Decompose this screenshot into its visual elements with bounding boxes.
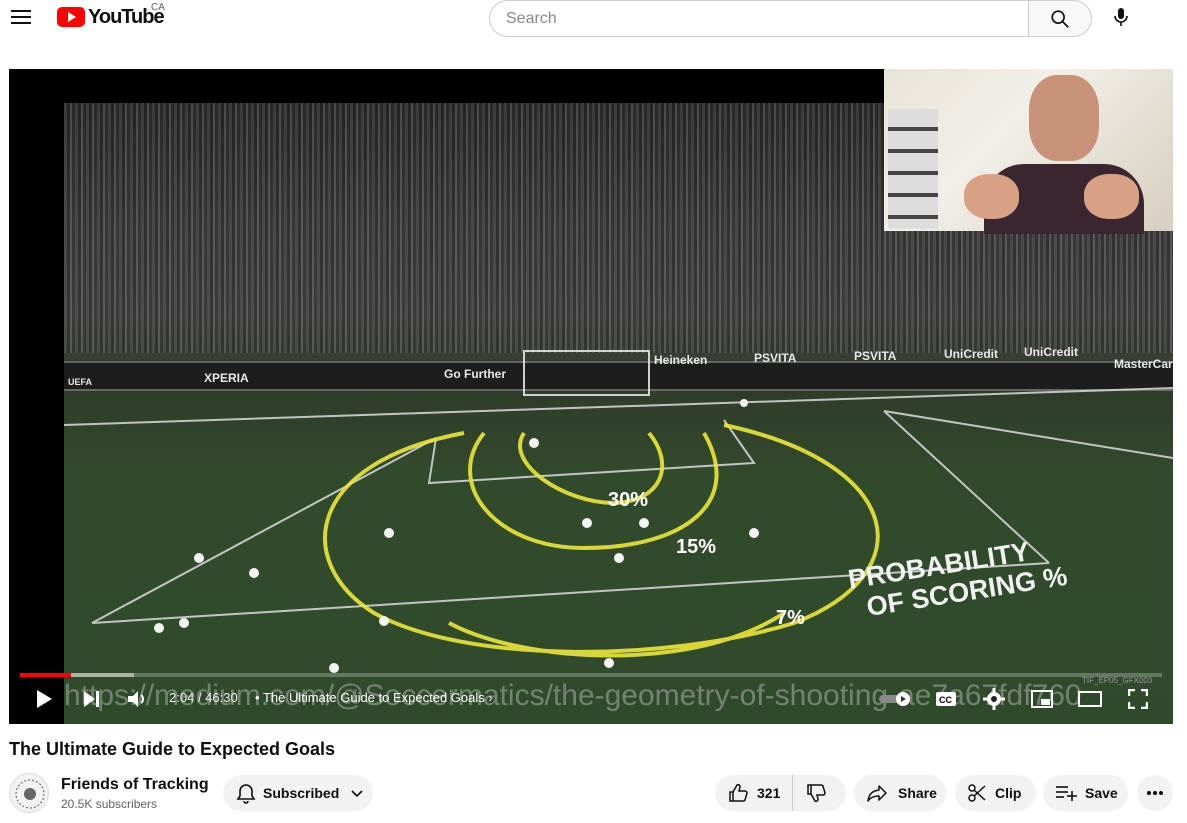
like-count: 321 — [757, 785, 781, 801]
probability-7-label: 7% — [776, 607, 805, 629]
share-button[interactable]: Share — [854, 775, 946, 811]
presenter-webcam — [884, 69, 1173, 234]
time-current: 2:04 — [169, 690, 195, 705]
gear-icon — [983, 688, 1005, 710]
share-label: Share — [898, 785, 937, 801]
playlist-add-icon — [1056, 786, 1077, 801]
thumbs-up-icon — [729, 783, 748, 802]
channel-name[interactable]: Friends of Tracking — [61, 776, 209, 794]
fullscreen-icon — [1128, 689, 1148, 709]
bell-icon — [236, 784, 256, 804]
miniplayer-button[interactable] — [1027, 681, 1057, 717]
save-label: Save — [1085, 785, 1118, 801]
like-dislike-group: 321 — [715, 775, 846, 811]
settings-button[interactable] — [979, 681, 1009, 717]
progress-played — [20, 673, 71, 677]
search-button[interactable] — [1028, 0, 1092, 37]
autoplay-toggle[interactable] — [877, 681, 917, 717]
bookshelf — [888, 109, 938, 229]
probability-15-label: 15% — [676, 536, 717, 558]
voice-search-button[interactable] — [1104, 0, 1138, 34]
chapter-dot: • — [255, 690, 263, 705]
subscribed-button[interactable]: Subscribed — [223, 775, 373, 811]
volume-button[interactable] — [123, 681, 153, 717]
search-placeholder: Search — [506, 9, 557, 27]
more-actions-button[interactable] — [1137, 775, 1173, 811]
dislike-button[interactable] — [793, 775, 827, 811]
save-button[interactable]: Save — [1043, 775, 1128, 811]
scissors-icon — [968, 784, 986, 802]
time-total: 46:30 — [205, 690, 238, 705]
captions-icon: CC — [936, 692, 956, 706]
youtube-play-icon — [57, 7, 85, 27]
chevron-down-icon — [351, 790, 363, 798]
clip-label: Clip — [995, 785, 1022, 801]
search-icon — [1051, 9, 1069, 28]
youtube-logo[interactable]: YouTube CA — [57, 2, 165, 30]
player-controls: 2:04 / 46:30 • The Ultimate Guide to Exp… — [9, 681, 1173, 721]
chapter-title: The Ultimate Guide to Expected Goals — [262, 690, 485, 705]
play-button[interactable] — [29, 681, 59, 717]
chevron-right-icon: › — [488, 690, 493, 705]
microphone-icon — [1114, 8, 1128, 26]
next-button[interactable] — [77, 681, 107, 717]
probability-30-label: 30% — [608, 489, 649, 511]
time-separator: / — [197, 690, 202, 705]
region-code: CA — [151, 2, 165, 13]
channel-avatar[interactable] — [9, 773, 49, 813]
presenter-hand-left — [964, 174, 1019, 219]
search-input[interactable]: Search — [489, 0, 1028, 37]
share-icon — [867, 785, 887, 802]
subscriber-count: 20.5K subscribers — [61, 797, 158, 811]
clip-button[interactable]: Clip — [955, 775, 1036, 811]
miniplayer-icon — [1031, 690, 1053, 708]
video-title: The Ultimate Guide to Expected Goals — [9, 739, 336, 759]
menu-icon[interactable] — [11, 8, 33, 26]
presenter-hand-right — [1084, 174, 1139, 219]
theater-icon — [1078, 691, 1102, 707]
captions-button[interactable]: CC — [931, 681, 961, 717]
autoplay-icon — [879, 692, 910, 706]
masthead: YouTube CA Search — [0, 0, 1187, 40]
channel-logo — [15, 779, 45, 809]
play-icon — [37, 690, 52, 708]
chapter-button[interactable]: • The Ultimate Guide to Expected Goals › — [255, 690, 493, 705]
next-icon — [84, 691, 99, 707]
svg-text:CC: CC — [939, 695, 952, 705]
like-button[interactable]: 321 — [715, 775, 794, 811]
video-player[interactable]: UEFA XPERIA Go Further Heineken PSVITA P… — [9, 69, 1173, 724]
thumbs-down-icon — [807, 784, 827, 803]
subscribed-label: Subscribed — [263, 785, 340, 801]
fullscreen-button[interactable] — [1123, 681, 1153, 717]
progress-bar[interactable] — [20, 673, 1162, 677]
volume-icon — [128, 691, 144, 707]
more-horizontal-icon — [1147, 791, 1163, 795]
time-display: 2:04 / 46:30 — [169, 690, 238, 705]
theater-mode-button[interactable] — [1075, 681, 1105, 717]
presenter-head — [1029, 75, 1099, 161]
